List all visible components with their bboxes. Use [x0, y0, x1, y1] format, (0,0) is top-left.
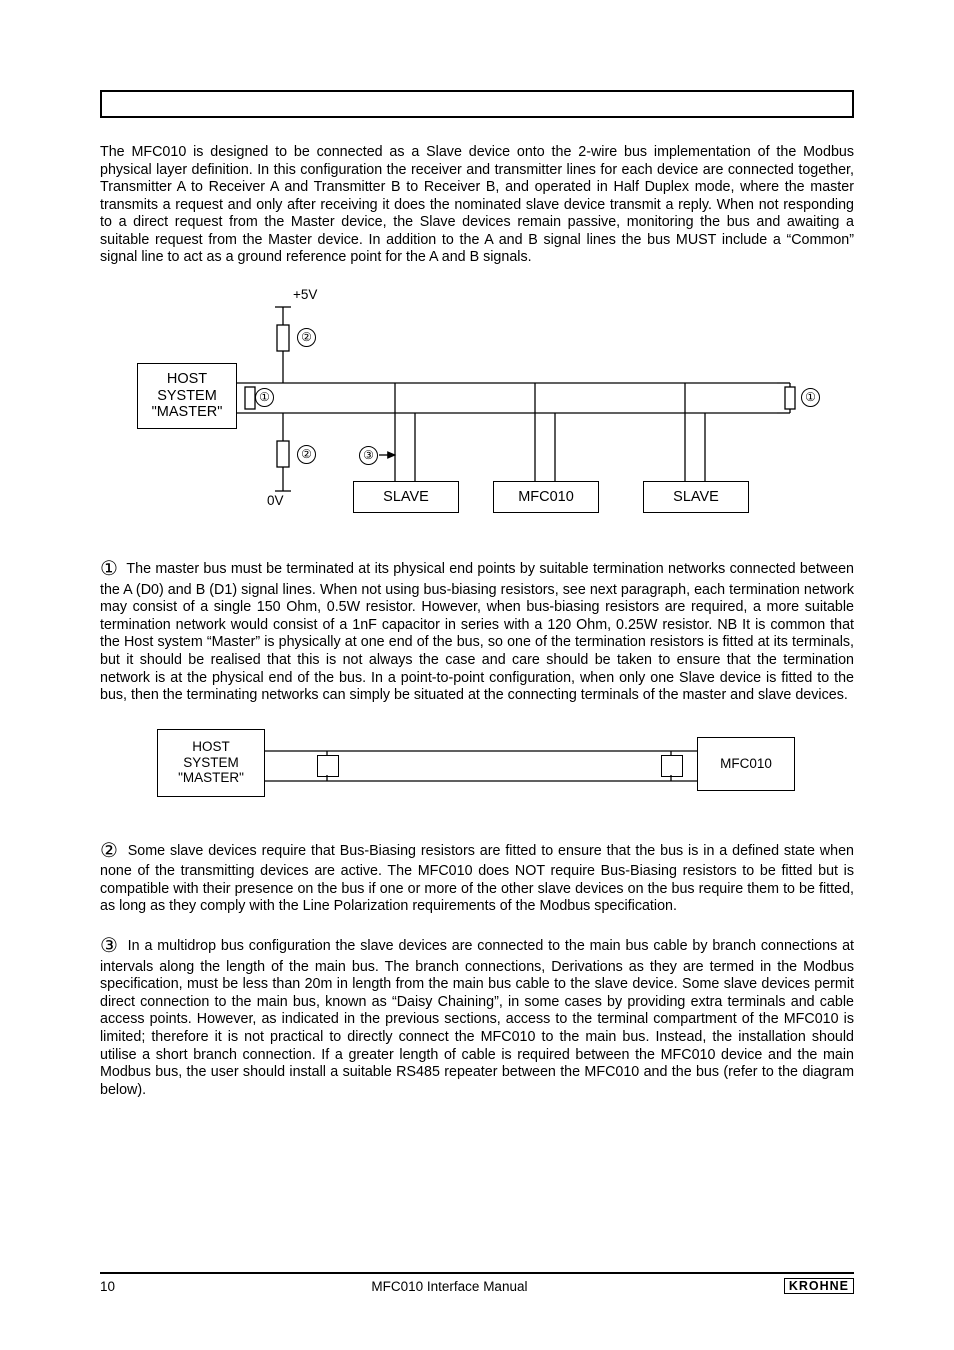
anno-2-top: ②: [297, 328, 316, 347]
circled-1-icon: ①: [100, 558, 118, 580]
point-to-point-diagram: HOST SYSTEM "MASTER" MFC010: [157, 723, 797, 807]
brand-logo: KROHNE: [784, 1278, 854, 1294]
zerov-label: 0V: [267, 493, 284, 508]
anno-1-left: ①: [255, 388, 274, 407]
footer-title: MFC010 Interface Manual: [371, 1279, 527, 1294]
host-box: HOST SYSTEM "MASTER": [137, 363, 237, 429]
anno-3: ③: [359, 446, 378, 465]
mfc010-box: MFC010: [493, 481, 599, 513]
circled-3-icon: ③: [100, 935, 119, 957]
note1-paragraph: ① The master bus must be terminated at i…: [100, 557, 854, 705]
intro-paragraph: The MFC010 is designed to be connected a…: [100, 144, 854, 267]
page-footer: 10 MFC010 Interface Manual KROHNE: [100, 1272, 854, 1294]
circled-2-icon: ②: [100, 840, 119, 862]
page-number: 10: [100, 1279, 115, 1294]
plus5v-label: +5V: [293, 287, 317, 302]
anno-1-right: ①: [801, 388, 820, 407]
slave-box-1: SLAVE: [353, 481, 459, 513]
anno-2-bottom: ②: [297, 445, 316, 464]
header-box: [100, 90, 854, 118]
slave-box-2: SLAVE: [643, 481, 749, 513]
note2-paragraph: ② Some slave devices require that Bus-Bi…: [100, 839, 854, 916]
note3-paragraph: ③ In a multidrop bus configuration the s…: [100, 934, 854, 1099]
bus-topology-diagram: +5V 0V ② ① ① ② ③ HOST SYSTEM "MASTER" SL…: [137, 285, 817, 525]
